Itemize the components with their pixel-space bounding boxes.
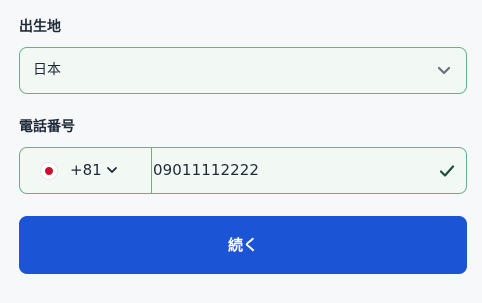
- chevron-down-icon: [107, 167, 117, 173]
- phone-label: 電話番号: [19, 119, 75, 135]
- chevron-down-icon: [437, 66, 451, 75]
- continue-button[interactable]: 続く: [19, 216, 467, 274]
- dial-code: +81: [70, 161, 102, 179]
- country-code-select[interactable]: +81: [20, 148, 152, 193]
- phone-field: +81 09011112222: [19, 147, 467, 194]
- birthplace-selected-value: 日本: [33, 62, 61, 78]
- japan-flag-icon: [40, 162, 58, 180]
- check-icon: [439, 165, 455, 177]
- birthplace-label: 出生地: [19, 19, 61, 35]
- phone-number-input[interactable]: 09011112222: [153, 161, 259, 179]
- birthplace-select[interactable]: 日本: [19, 47, 467, 94]
- continue-button-label: 続く: [227, 236, 258, 254]
